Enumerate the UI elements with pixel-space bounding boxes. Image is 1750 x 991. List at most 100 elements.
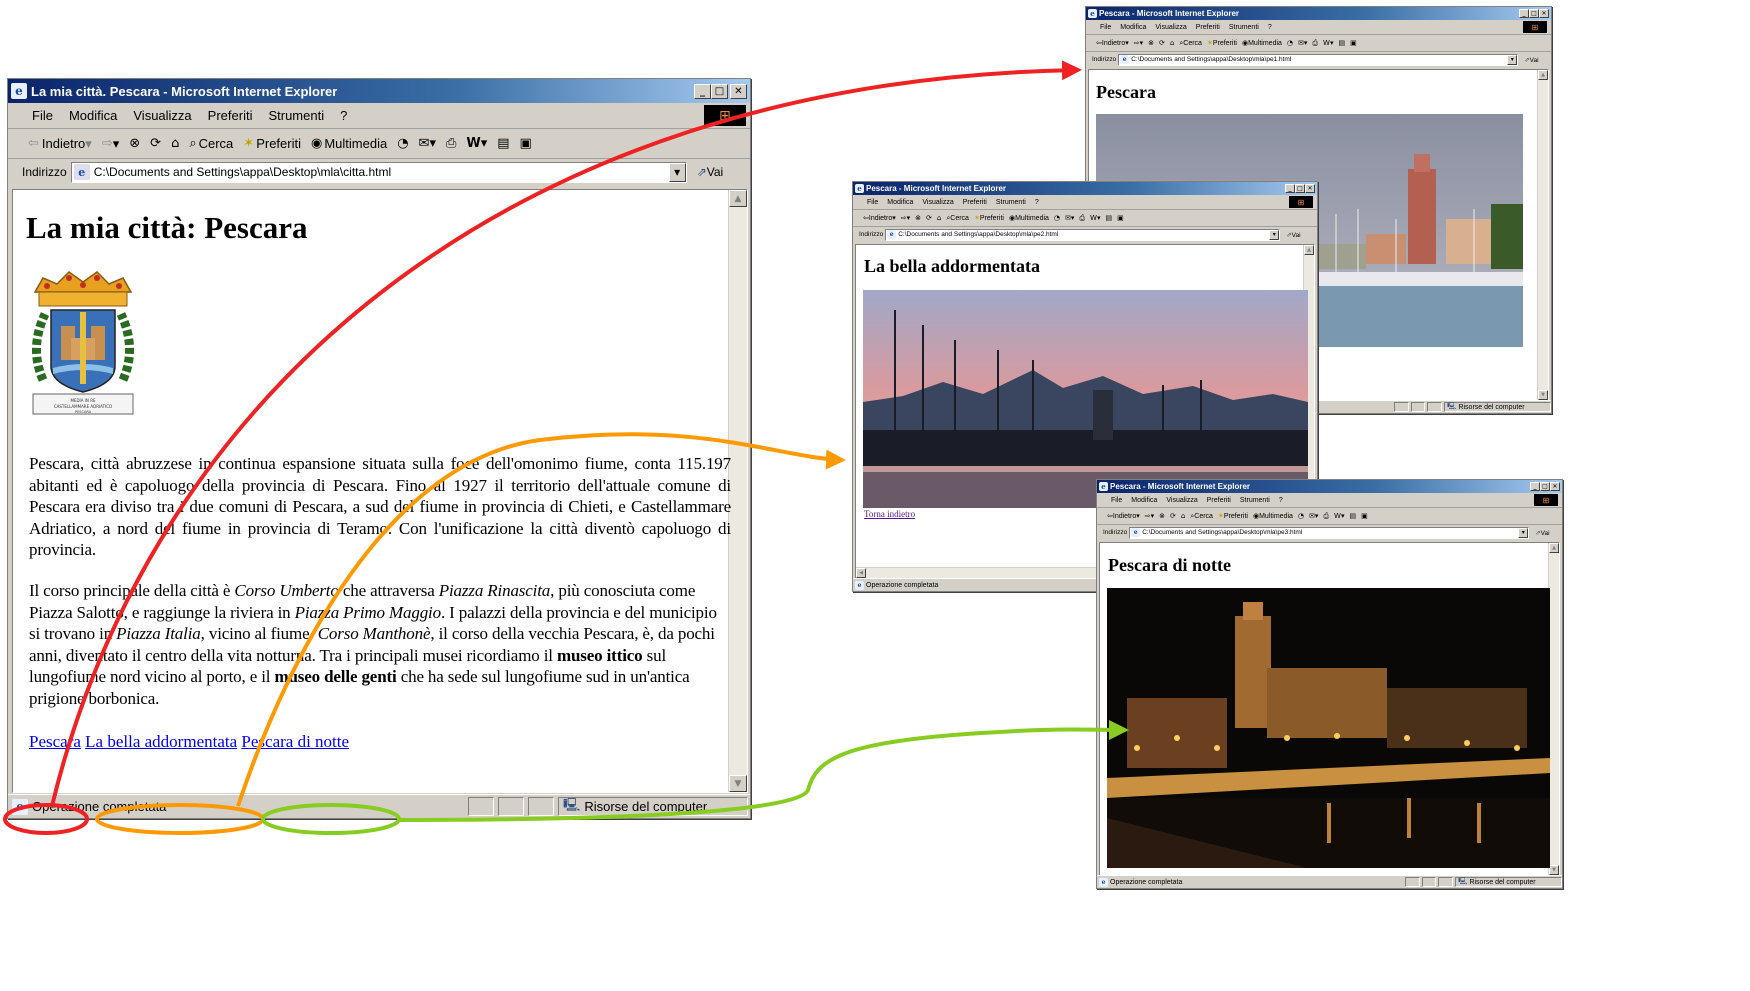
edit-word-icon[interactable]: W▾ bbox=[1090, 214, 1100, 222]
messenger-icon[interactable]: ▣ bbox=[520, 136, 532, 151]
menu-visualizza[interactable]: Visualizza bbox=[1155, 24, 1186, 31]
maximize-button[interactable]: □ bbox=[1529, 9, 1539, 18]
address-dropdown-button[interactable]: ▾ bbox=[668, 162, 686, 182]
close-button[interactable]: ✕ bbox=[1539, 9, 1549, 18]
discuss-icon[interactable]: ▤ bbox=[1338, 39, 1345, 47]
media-button[interactable]: ◉ Multimedia bbox=[1009, 214, 1049, 222]
close-button[interactable]: ✕ bbox=[730, 83, 747, 99]
address-dropdown-button[interactable]: ▾ bbox=[1507, 54, 1518, 65]
search-button[interactable]: ⌕ Cerca bbox=[946, 214, 969, 223]
menu-strumenti[interactable]: Strumenti bbox=[268, 108, 324, 123]
refresh-icon[interactable]: ⟳ bbox=[926, 214, 932, 222]
close-button[interactable]: ✕ bbox=[1305, 184, 1315, 193]
vertical-scrollbar[interactable]: ▲ ▼ bbox=[1537, 70, 1548, 400]
maximize-button[interactable]: □ bbox=[1295, 184, 1305, 193]
menu-help[interactable]: ? bbox=[1035, 199, 1039, 206]
menu-modifica[interactable]: Modifica bbox=[1131, 497, 1157, 504]
edit-word-icon[interactable]: W▾ bbox=[1334, 512, 1344, 520]
menu-strumenti[interactable]: Strumenti bbox=[1229, 24, 1259, 31]
maximize-button[interactable]: □ bbox=[1540, 482, 1550, 491]
favorites-button[interactable]: ✶ Preferiti bbox=[243, 136, 301, 151]
address-input[interactable]: e C:\Documents and Settings\appa\Desktop… bbox=[1118, 53, 1519, 66]
address-input[interactable]: e C:\Documents and Settings\appa\Desktop… bbox=[885, 228, 1281, 241]
back-button[interactable]: ⇦ Indietro ▾ bbox=[1096, 39, 1129, 47]
refresh-icon[interactable]: ⟳ bbox=[1170, 512, 1176, 520]
scroll-down-button[interactable]: ▼ bbox=[1538, 390, 1548, 400]
back-button[interactable]: ⇦ Indietro ▾ bbox=[1107, 512, 1140, 520]
link-pescara[interactable]: Pescara bbox=[29, 732, 81, 751]
menu-file[interactable]: File bbox=[32, 108, 53, 123]
scroll-up-button[interactable]: ▲ bbox=[1538, 70, 1548, 80]
menu-visualizza[interactable]: Visualizza bbox=[133, 108, 191, 123]
address-input[interactable]: e C:\Documents and Settings\appa\Desktop… bbox=[1129, 526, 1530, 539]
home-icon[interactable]: ⌂ bbox=[937, 214, 941, 222]
go-button[interactable]: ⇗Vai bbox=[697, 165, 724, 179]
messenger-icon[interactable]: ▣ bbox=[1361, 512, 1368, 520]
menu-visualizza[interactable]: Visualizza bbox=[922, 199, 953, 206]
menu-help[interactable]: ? bbox=[340, 108, 347, 123]
history-icon[interactable]: ◔ bbox=[1298, 512, 1304, 520]
menu-modifica[interactable]: Modifica bbox=[1120, 24, 1146, 31]
menu-preferiti[interactable]: Preferiti bbox=[1207, 497, 1231, 504]
menu-modifica[interactable]: Modifica bbox=[887, 199, 913, 206]
address-input[interactable]: e C:\Documents and Settings\appa\Desktop… bbox=[70, 161, 687, 183]
menu-help[interactable]: ? bbox=[1268, 24, 1272, 31]
minimize-button[interactable]: _ bbox=[1285, 184, 1295, 193]
menu-preferiti[interactable]: Preferiti bbox=[963, 199, 987, 206]
discuss-icon[interactable]: ▤ bbox=[1349, 512, 1356, 520]
refresh-icon[interactable]: ⟳ bbox=[150, 136, 161, 151]
messenger-icon[interactable]: ▣ bbox=[1350, 39, 1357, 47]
link-bella-addormentata[interactable]: La bella addormentata bbox=[85, 732, 237, 751]
menu-modifica[interactable]: Modifica bbox=[69, 108, 117, 123]
link-pescara-di-notte[interactable]: Pescara di notte bbox=[241, 732, 349, 751]
search-button[interactable]: ⌕ Cerca bbox=[189, 136, 233, 151]
menu-file[interactable]: File bbox=[1100, 24, 1111, 31]
menu-preferiti[interactable]: Preferiti bbox=[208, 108, 253, 123]
go-button[interactable]: ⇗Vai bbox=[1524, 56, 1538, 64]
print-icon[interactable]: ⎙ bbox=[1079, 214, 1085, 223]
forward-button[interactable]: ⇨ ▾ bbox=[102, 136, 119, 152]
home-icon[interactable]: ⌂ bbox=[1181, 512, 1185, 520]
address-dropdown-button[interactable]: ▾ bbox=[1269, 229, 1280, 240]
history-icon[interactable]: ◔ bbox=[1054, 214, 1060, 222]
menu-file[interactable]: File bbox=[867, 199, 878, 206]
mail-icon[interactable]: ✉▾ bbox=[1065, 214, 1074, 222]
minimize-button[interactable]: _ bbox=[1530, 482, 1540, 491]
menu-help[interactable]: ? bbox=[1279, 497, 1283, 504]
print-icon[interactable]: ⎙ bbox=[446, 136, 456, 151]
menu-strumenti[interactable]: Strumenti bbox=[1240, 497, 1270, 504]
close-button[interactable]: ✕ bbox=[1550, 482, 1560, 491]
stop-icon[interactable]: ⊗ bbox=[1148, 39, 1154, 47]
stop-icon[interactable]: ⊗ bbox=[1159, 512, 1165, 520]
media-button[interactable]: ◉ Multimedia bbox=[1253, 512, 1293, 520]
minimize-button[interactable]: _ bbox=[694, 83, 711, 99]
forward-arrow-icon[interactable]: ⇨▾ bbox=[1134, 39, 1143, 47]
print-icon[interactable]: ⎙ bbox=[1312, 39, 1318, 48]
scroll-down-button[interactable]: ▼ bbox=[1549, 865, 1559, 875]
scroll-up-button[interactable]: ▲ bbox=[1549, 543, 1559, 553]
scroll-down-button[interactable]: ▼ bbox=[729, 775, 747, 792]
maximize-button[interactable]: □ bbox=[711, 83, 728, 99]
stop-icon[interactable]: ⊗ bbox=[129, 136, 140, 151]
scroll-left-button[interactable]: ◀ bbox=[856, 568, 866, 578]
refresh-icon[interactable]: ⟳ bbox=[1159, 39, 1165, 47]
go-button[interactable]: ⇗Vai bbox=[1286, 231, 1300, 239]
stop-icon[interactable]: ⊗ bbox=[915, 214, 921, 222]
scroll-up-button[interactable]: ▲ bbox=[729, 190, 747, 207]
go-button[interactable]: ⇗Vai bbox=[1535, 529, 1549, 537]
history-icon[interactable]: ◔ bbox=[1287, 39, 1293, 47]
edit-word-icon[interactable]: W▾ bbox=[466, 136, 487, 151]
discuss-icon[interactable]: ▤ bbox=[1105, 214, 1112, 222]
search-button[interactable]: ⌕ Cerca bbox=[1179, 39, 1202, 48]
home-icon[interactable]: ⌂ bbox=[171, 136, 179, 151]
back-link[interactable]: Torna indietro bbox=[864, 509, 915, 519]
menu-file[interactable]: File bbox=[1111, 497, 1122, 504]
home-icon[interactable]: ⌂ bbox=[1170, 39, 1174, 47]
favorites-button[interactable]: ✶ Preferiti bbox=[1218, 512, 1248, 520]
discuss-icon[interactable]: ▤ bbox=[497, 136, 509, 151]
back-button[interactable]: ⇦ Indietro ▾ bbox=[28, 136, 92, 152]
messenger-icon[interactable]: ▣ bbox=[1117, 214, 1124, 222]
search-button[interactable]: ⌕ Cerca bbox=[1190, 512, 1213, 521]
mail-icon[interactable]: ✉▾ bbox=[419, 136, 436, 151]
favorites-button[interactable]: ✶ Preferiti bbox=[1207, 39, 1237, 47]
